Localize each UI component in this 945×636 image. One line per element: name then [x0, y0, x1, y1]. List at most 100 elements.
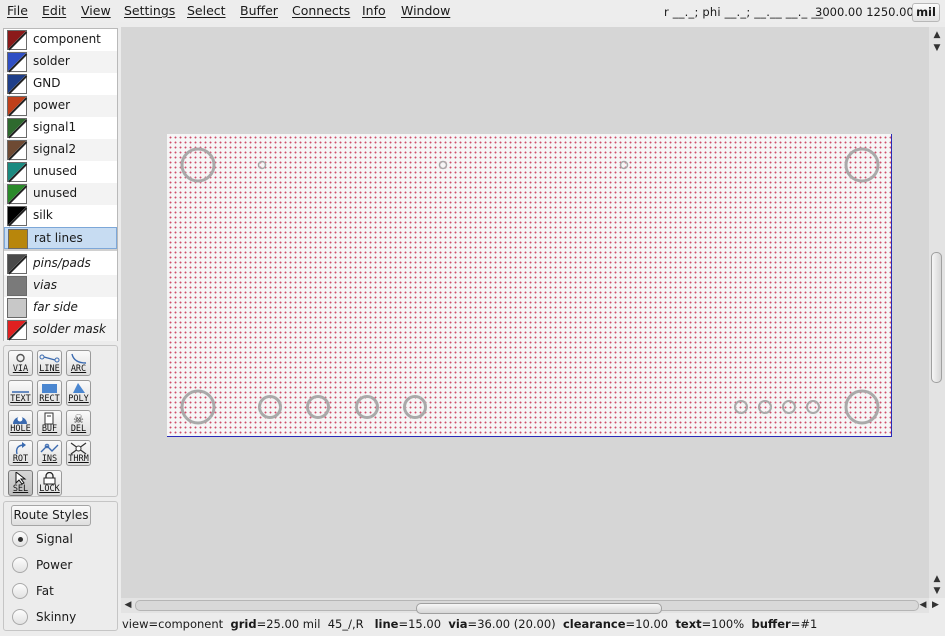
radio-button[interactable] [12, 609, 28, 625]
layer-row[interactable]: solder mask [4, 319, 117, 341]
menu-connects[interactable]: Connects [292, 3, 350, 18]
via-marker[interactable] [257, 160, 267, 170]
horizontal-scroll-thumb[interactable] [416, 603, 662, 614]
layer-row[interactable]: component [4, 29, 117, 51]
tool-line-button[interactable]: LINE [37, 350, 62, 376]
layer-color-swatch[interactable] [7, 184, 27, 205]
route-style-signal-option[interactable]: Signal [12, 529, 112, 549]
menu-buffer[interactable]: Buffer [240, 3, 278, 18]
status-line-value: 15.00 [408, 617, 442, 631]
menu-settings[interactable]: Settings [124, 3, 175, 18]
layer-color-swatch[interactable] [7, 118, 27, 139]
layer-row[interactable]: solder [4, 51, 117, 73]
pad[interactable] [355, 395, 379, 419]
tool-rot-button[interactable]: ROT [8, 440, 33, 466]
scroll-left-icon[interactable]: ◀ [123, 600, 133, 610]
layer-row[interactable]: GND [4, 73, 117, 95]
layer-color-swatch[interactable] [7, 206, 27, 227]
tool-via-button[interactable]: VIA [8, 350, 33, 376]
route-styles-button[interactable]: Route Styles [11, 505, 91, 526]
menu-select[interactable]: Select [187, 3, 226, 18]
pad[interactable] [782, 400, 796, 414]
scroll-up-icon[interactable]: ▲ [932, 30, 942, 40]
layer-row[interactable]: far side [4, 297, 117, 319]
tool-ins-button[interactable]: INS [37, 440, 62, 466]
tool-label: LOCK [39, 484, 60, 494]
layer-color-swatch[interactable] [7, 30, 27, 51]
radio-button[interactable] [12, 557, 28, 573]
radio-button[interactable] [12, 531, 28, 547]
layer-color-swatch[interactable] [7, 96, 27, 117]
tool-rect-button[interactable]: RECT [37, 380, 62, 406]
scroll-up-icon[interactable]: ▲ [932, 574, 942, 584]
layer-color-swatch[interactable] [7, 298, 27, 318]
pad[interactable] [306, 395, 330, 419]
mounting-hole-top-left[interactable] [180, 147, 216, 183]
polar-coordinates-readout: r __._; phi __._; __.__ __._ __ [664, 5, 824, 19]
pad[interactable] [258, 395, 282, 419]
menu-view[interactable]: View [81, 3, 111, 18]
scroll-down-icon[interactable]: ▼ [932, 586, 942, 596]
layer-color-swatch[interactable] [8, 229, 28, 249]
layer-row[interactable]: vias [4, 275, 117, 297]
layer-row[interactable]: rat lines [4, 227, 117, 249]
menu-file[interactable]: File [7, 3, 28, 18]
menu-window[interactable]: Window [401, 3, 450, 18]
layer-color-swatch[interactable] [7, 254, 27, 275]
route-style-power-option[interactable]: Power [12, 555, 112, 575]
layer-color-swatch[interactable] [7, 140, 27, 161]
horizontal-scrollbar[interactable]: ◀ ◀ [121, 598, 929, 614]
via-marker[interactable] [619, 160, 629, 170]
pad[interactable] [758, 400, 772, 414]
menu-bar: File Edit View Settings Select Buffer Co… [0, 0, 945, 22]
route-style-skinny-option[interactable]: Skinny [12, 607, 112, 627]
tool-sel-button[interactable]: SEL [8, 470, 33, 496]
tool-poly-button[interactable]: POLY [66, 380, 91, 406]
layer-row[interactable]: silk [4, 205, 117, 227]
layer-row[interactable]: signal2 [4, 139, 117, 161]
layer-color-swatch[interactable] [7, 52, 27, 73]
tool-text-button[interactable]: TEXT [8, 380, 33, 406]
scroll-down-icon[interactable]: ▼ [932, 43, 942, 53]
tool-arc-button[interactable]: ARC [66, 350, 91, 376]
layer-row[interactable]: signal1 [4, 117, 117, 139]
pad[interactable] [734, 400, 748, 414]
tool-hole-button[interactable]: HOLE [8, 410, 33, 436]
pcb-canvas[interactable] [121, 27, 929, 598]
scroll-right-icon[interactable]: ▶ [932, 600, 939, 610]
status-buffer-key: buffer [751, 617, 791, 631]
tool-buf-button[interactable]: BUF [37, 410, 62, 436]
layer-color-swatch[interactable] [7, 74, 27, 95]
vertical-scroll-thumb[interactable] [931, 252, 942, 383]
route-style-fat-option[interactable]: Fat [12, 581, 112, 601]
tool-label: LINE [39, 364, 60, 374]
menu-edit[interactable]: Edit [42, 3, 66, 18]
layer-row[interactable]: unused [4, 161, 117, 183]
mounting-hole-top-right[interactable] [844, 147, 880, 183]
mounting-hole-bottom-right[interactable] [844, 389, 880, 425]
status-grid-value: 25.00 mil [266, 617, 321, 631]
layer-row[interactable]: pins/pads [4, 253, 117, 275]
layer-row[interactable]: power [4, 95, 117, 117]
vertical-scrollbar[interactable]: ▲ ▼ ▲ ▼ [929, 27, 945, 598]
pcb-board[interactable] [167, 134, 892, 437]
menu-info[interactable]: Info [362, 3, 386, 18]
layer-row[interactable]: unused [4, 183, 117, 205]
tool-lock-button[interactable]: LOCK [37, 470, 62, 496]
pad[interactable] [806, 400, 820, 414]
horizontal-scroll-track[interactable] [135, 600, 919, 614]
layer-label: component [33, 32, 101, 46]
layer-color-swatch[interactable] [7, 276, 27, 296]
mounting-hole-bottom-left[interactable] [180, 389, 216, 425]
tool-del-button[interactable]: ☠ DEL [66, 410, 91, 436]
layer-color-swatch[interactable] [7, 320, 27, 341]
radio-button[interactable] [12, 583, 28, 599]
pad[interactable] [403, 395, 427, 419]
route-styles-panel: Route Styles Signal Power Fat Skinny [3, 501, 118, 631]
via-marker[interactable] [438, 160, 448, 170]
scroll-left-icon[interactable]: ◀ [918, 600, 928, 610]
status-view-key: view [122, 617, 149, 631]
layer-color-swatch[interactable] [7, 162, 27, 183]
units-toggle-button[interactable]: mil [912, 3, 940, 22]
tool-thrm-button[interactable]: THRM [66, 440, 91, 466]
